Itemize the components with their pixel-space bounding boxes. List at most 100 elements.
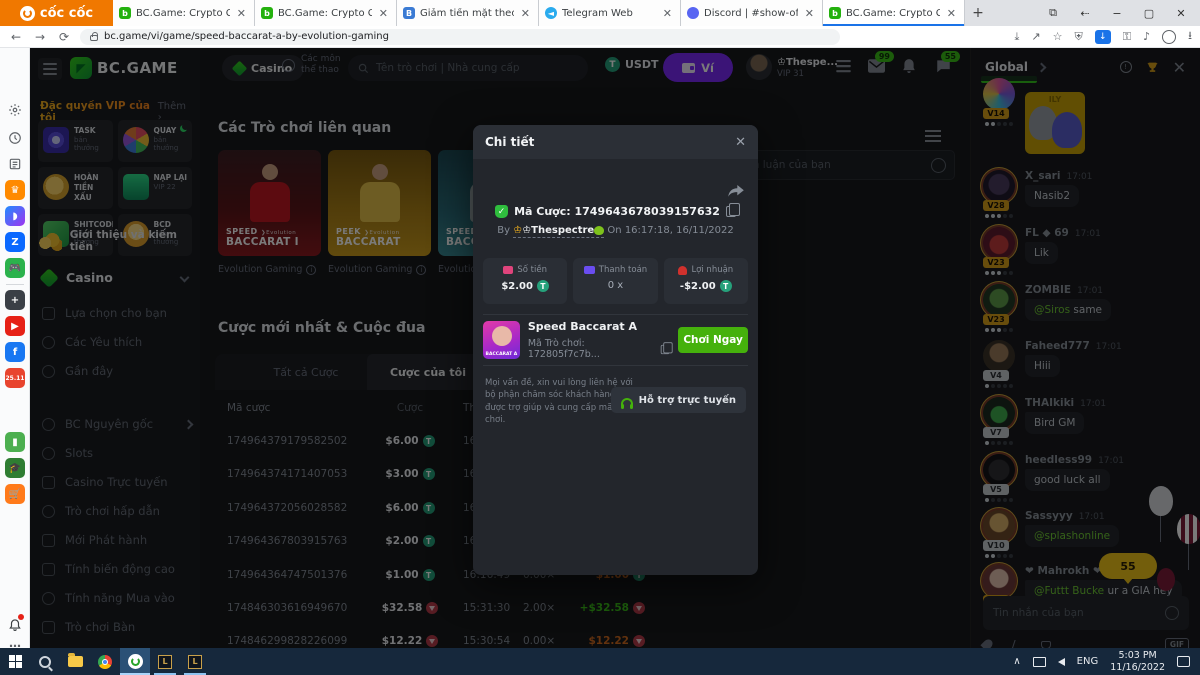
coccoc-taskbar-icon[interactable] [120,648,150,675]
media-icon[interactable]: ♪ [1143,30,1150,43]
modal-header: Chi tiết ✕ [473,125,758,159]
share-bet-icon[interactable] [728,183,744,202]
volume-icon[interactable] [1058,658,1065,666]
taskbar-search-icon[interactable] [30,648,60,675]
discord-favicon [687,7,699,19]
game-title[interactable]: Speed Baccarat A [528,320,670,333]
forward-button[interactable]: → [32,30,48,44]
tab-search-icon[interactable]: ⧉ [1038,6,1068,20]
windows-taskbar: L L ∧ ENG 5:03 PM11/16/2022 [0,648,1200,675]
card-icon [584,266,595,274]
bet-byline: By ♔♔Thespectre On 16:17:18, 16/11/2022 [473,225,758,236]
bcgame-favicon: b [829,7,841,19]
tab-favicon: B [403,7,415,19]
games-icon[interactable]: 🎮 [5,258,25,278]
zalo-icon[interactable]: Z [5,232,25,252]
tab-close-icon[interactable]: ✕ [519,7,532,20]
browser-tab-4[interactable]: ◄ Telegram Web ✕ [539,0,681,26]
download-active-icon[interactable]: ↓ [1095,30,1111,44]
lock-icon [90,35,98,41]
profile-icon[interactable] [1162,30,1176,44]
notification-dot [18,614,24,620]
tab-close-icon[interactable]: ✕ [661,7,674,20]
browser-tab-3[interactable]: B Giảm tiền mặt theo tiến hóa ✕ [397,0,539,26]
tab-title: Discord | #show-off-you [704,8,798,19]
bookmark-star-icon[interactable]: ☆ [1053,30,1063,43]
start-button[interactable] [0,648,30,675]
coccoc-brand[interactable]: cốc cốc [0,0,113,26]
game-code: Mã Trò chơi: 172805f7c7b... [528,338,670,360]
urlbar-actions: ⤓ ↗ ☆ ⛨ ↓ ⚿ ♪ ⭳ [1015,27,1192,46]
address-bar[interactable]: bc.game/vi/game/speed-baccarat-a-by-evol… [80,29,840,45]
notification-bell-icon[interactable] [5,614,25,634]
bcgame-page: ◤ BC.GAME Đặc quyền VIP của tôi Thêm › T… [30,48,1200,648]
browser-urlbar: ← → ⟳ bc.game/vi/game/speed-baccarat-a-b… [0,26,1200,48]
url-text: bc.game/vi/game/speed-baccarat-a-by-evol… [104,31,389,42]
browser-tab-1[interactable]: b BC.Game: Crypto Casino Gam ✕ [113,0,255,26]
play-now-button[interactable]: Chơi Ngay [678,327,748,353]
action-center-icon[interactable] [1177,656,1190,667]
close-window-button[interactable]: ✕ [1166,7,1196,20]
share-icon[interactable]: ↗ [1031,30,1040,43]
browser-tab-active[interactable]: b BC.Game: Crypto Casino Gam ✕ [823,0,965,26]
coccoc-sidebar: ♛ ◗ Z 🎮 + ▶ f 25.11 ▮ 🎓 🛒 ⋯ [0,48,30,648]
bcgame-favicon: b [119,7,131,19]
system-tray: ∧ ENG 5:03 PM11/16/2022 [1013,650,1200,674]
chrome-icon[interactable] [90,648,120,675]
bet-details-modal: Chi tiết ✕ ✓ Mã Cược: 174964367803915763… [473,125,758,575]
newsfeed-icon[interactable] [5,154,25,174]
youtube-icon[interactable]: ▶ [5,316,25,336]
verified-shield-icon: ✓ [495,205,508,218]
tray-expand-icon[interactable]: ∧ [1013,656,1020,667]
tab-close-icon[interactable]: ✕ [803,7,816,20]
copy-icon[interactable] [726,206,736,217]
minimize-button[interactable]: − [1102,7,1132,20]
battery-app-icon[interactable]: ▮ [5,432,25,452]
extensions-icon[interactable]: ⚿ [1123,30,1131,44]
messenger-icon[interactable]: ◗ [5,206,25,226]
tab-close-icon[interactable]: ✕ [945,7,958,20]
settings-gear-icon[interactable] [5,100,25,120]
save-page-icon[interactable]: ⤓ [1015,30,1020,44]
study-app-icon[interactable]: 🎓 [5,458,25,478]
back-button[interactable]: ← [8,30,24,44]
bet-stats: Số tiền $2.00T Thanh toán 0 x Lợi nhuận … [483,258,748,304]
sale-icon[interactable]: 25.11 [5,368,25,388]
crown-rewards-icon[interactable]: ♛ [5,180,25,200]
new-tab-button[interactable]: + [965,0,991,26]
modal-close-icon[interactable]: ✕ [735,135,746,150]
add-shortcut-icon[interactable]: + [5,290,25,310]
usdt-icon: T [537,280,549,292]
taskbar-clock[interactable]: 5:03 PM11/16/2022 [1110,650,1165,674]
game-thumbnail[interactable]: BACCARAT A [483,321,520,359]
stat-amount: Số tiền $2.00T [483,258,567,304]
language-indicator[interactable]: ENG [1077,656,1099,667]
online-support-button[interactable]: Hỗ trợ trực tuyến [611,387,746,413]
tab-close-icon[interactable]: ✕ [377,7,390,20]
downloads-tray-icon[interactable]: ⭳ [1188,27,1192,46]
browser-tabstrip: cốc cốc b BC.Game: Crypto Casino Gam ✕ b… [0,0,1200,26]
tab-title: BC.Game: Crypto Casino Gam [846,8,940,19]
reload-button[interactable]: ⟳ [56,30,72,44]
network-icon[interactable] [1033,657,1046,667]
copy-icon[interactable] [661,344,669,353]
facebook-icon[interactable]: f [5,342,25,362]
adblock-shield-icon[interactable]: ⛨ [1074,30,1082,44]
history-icon[interactable] [5,128,25,148]
league-of-legends-icon[interactable]: L [180,648,210,675]
browser-tab-5[interactable]: Discord | #show-off-you ✕ [681,0,823,26]
league-of-legends-icon[interactable]: L [150,648,180,675]
bcgame-favicon: b [261,7,273,19]
tab-close-icon[interactable]: ✕ [235,7,248,20]
file-explorer-icon[interactable] [60,648,90,675]
stat-profit: Lợi nhuận -$2.00T [664,258,748,304]
stat-payout: Thanh toán 0 x [573,258,657,304]
browser-tab-2[interactable]: b BC.Game: Crypto Casino Gam ✕ [255,0,397,26]
bet-author-link[interactable]: ♔♔Thespectre [513,225,604,238]
tab-title: Giảm tiền mặt theo tiến hóa [420,8,514,19]
telegram-favicon: ◄ [545,7,557,19]
sync-icon[interactable]: ⇠ [1070,7,1100,20]
shop-cart-icon[interactable]: 🛒 [5,484,25,504]
coccoc-logo-icon [20,6,35,21]
maximize-button[interactable]: ▢ [1134,7,1164,20]
